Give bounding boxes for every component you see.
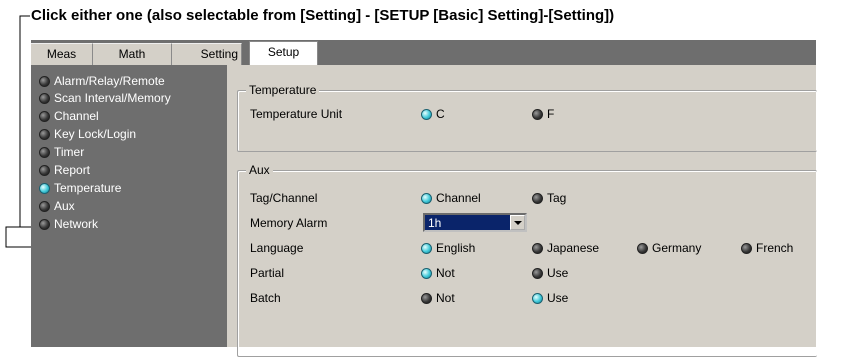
radio-off-icon [532,243,543,254]
option-label: Use [547,291,569,305]
tab-bar: Meas Math Setting Setup [31,40,816,65]
tab-setup[interactable]: Setup [249,41,318,65]
option-label: Japanese [547,241,600,255]
option-label: Channel [436,191,481,205]
sidebar-item-network[interactable]: Network [39,214,98,234]
radio-on-icon [421,109,432,120]
sidebar-item-aux[interactable]: Aux [39,196,75,216]
sidebar-item-timer[interactable]: Timer [39,142,84,162]
radio-off-icon [39,165,50,176]
tag-channel-label: Tag/Channel [250,191,318,205]
option-label: Not [436,266,455,280]
sidebar-item-label: Timer [54,145,85,159]
option-label: Tag [547,191,567,205]
option-label: French [756,241,794,255]
radio-temperature-f[interactable]: F [532,106,554,122]
option-label: F [547,107,555,121]
radio-language-germany[interactable]: Germany [637,240,701,256]
option-label: C [436,107,445,121]
setup-window: Meas Math Setting Setup Alarm/Relay/Remo… [31,40,817,357]
radio-partial-use[interactable]: Use [532,265,568,281]
temperature-group: Temperature Temperature Unit C F [237,83,817,152]
sidebar-item-scan-interval-memory[interactable]: Scan Interval/Memory [39,88,171,108]
radio-on-icon [532,293,543,304]
radio-off-icon [532,109,543,120]
memory-alarm-label: Memory Alarm [250,216,328,230]
radio-tag-channel-tag[interactable]: Tag [532,190,566,206]
memory-alarm-select[interactable]: 1h [423,213,527,232]
sidebar-item-label: Alarm/Relay/Remote [54,74,165,88]
sidebar-item-label: Report [54,163,91,177]
radio-language-english[interactable]: English [421,240,475,256]
sidebar-item-label: Network [54,217,99,231]
option-label: Not [436,291,455,305]
radio-temperature-c[interactable]: C [421,106,445,122]
group-title: Aux [246,163,273,177]
radio-on-icon [421,268,432,279]
radio-off-icon [39,129,50,140]
radio-off-icon [741,243,752,254]
sidebar-item-label: Aux [54,199,75,213]
radio-batch-not[interactable]: Not [421,290,455,306]
tab-setting[interactable]: Setting [172,43,242,65]
radio-off-icon [39,219,50,230]
option-label: Use [547,266,569,280]
sidebar: Alarm/Relay/Remote Scan Interval/Memory … [31,65,227,347]
radio-off-icon [421,293,432,304]
radio-off-icon [39,76,50,87]
settings-panel: Temperature Temperature Unit C F Aux Tag… [227,65,817,357]
sidebar-item-label: Temperature [54,181,122,195]
radio-off-icon [39,147,50,158]
sidebar-item-label: Scan Interval/Memory [54,91,171,105]
sidebar-item-label: Channel [54,109,99,123]
option-label: Germany [652,241,702,255]
sidebar-item-temperature[interactable]: Temperature [39,178,121,198]
radio-on-icon [421,193,432,204]
radio-off-icon [39,111,50,122]
group-title: Temperature [246,83,320,97]
tab-meas[interactable]: Meas [31,43,93,65]
batch-label: Batch [250,291,281,305]
language-label: Language [250,241,304,255]
aux-group: Aux Tag/Channel Channel Tag Memory Alarm… [237,163,817,357]
temperature-unit-label: Temperature Unit [250,107,343,121]
radio-language-japanese[interactable]: Japanese [532,240,599,256]
sidebar-item-channel[interactable]: Channel [39,106,99,126]
partial-label: Partial [250,266,285,280]
memory-alarm-value: 1h [428,216,442,230]
sidebar-item-key-lock-login[interactable]: Key Lock/Login [39,124,136,144]
radio-language-french[interactable]: French [741,240,793,256]
option-label: English [436,241,476,255]
radio-batch-use[interactable]: Use [532,290,568,306]
sidebar-item-label: Key Lock/Login [54,127,137,141]
sidebar-item-report[interactable]: Report [39,160,90,180]
radio-off-icon [532,268,543,279]
radio-partial-not[interactable]: Not [421,265,455,281]
radio-off-icon [532,193,543,204]
radio-on-icon [39,183,50,194]
radio-tag-channel-channel[interactable]: Channel [421,190,481,206]
radio-off-icon [39,201,50,212]
annotation-text: Click either one (also selectable from [… [31,7,615,24]
tab-math[interactable]: Math [93,43,172,65]
radio-on-icon [421,243,432,254]
radio-off-icon [39,93,50,104]
radio-off-icon [637,243,648,254]
chevron-down-icon[interactable] [510,215,525,230]
